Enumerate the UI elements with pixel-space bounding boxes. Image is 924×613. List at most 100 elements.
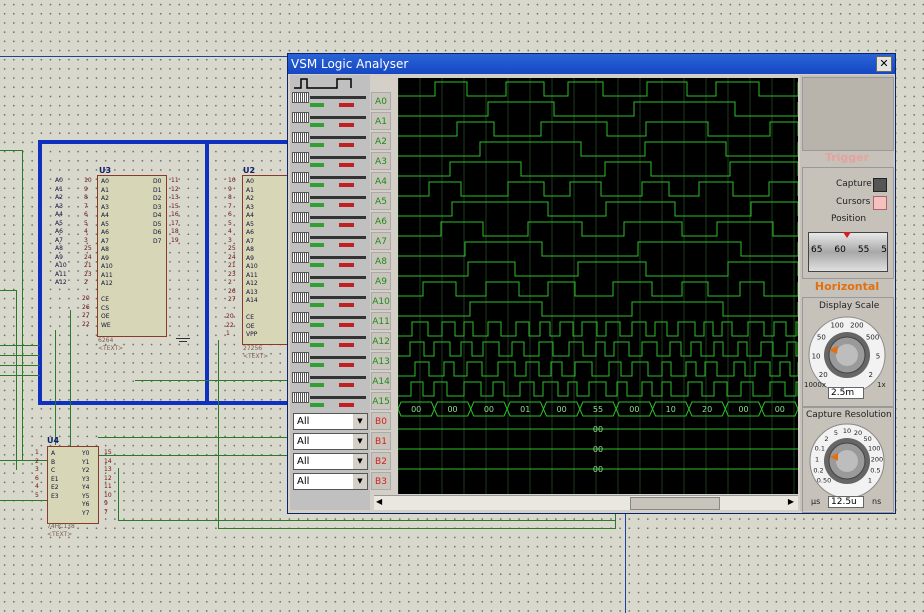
pin-number: 22 xyxy=(82,320,90,328)
pin-number: 21 xyxy=(84,262,92,269)
scroll-left-arrow[interactable]: ◀ xyxy=(376,497,382,506)
slider-green xyxy=(310,103,324,107)
slider-red xyxy=(339,363,354,367)
channel-toggle[interactable] xyxy=(292,292,309,303)
channel-label-a1: A1 xyxy=(371,112,391,130)
channel-slider[interactable] xyxy=(292,292,368,310)
channel-slider[interactable] xyxy=(292,332,368,350)
bus-select[interactable]: All ▼ xyxy=(293,453,368,470)
scroll-thumb[interactable] xyxy=(630,497,720,510)
waveform-trace xyxy=(398,301,798,317)
channel-toggle[interactable] xyxy=(292,392,309,403)
u4-chip[interactable]: A B C E1 E2 E3 Y0 Y1 Y2 Y3 Y4 Y5 Y6 Y7 xyxy=(47,446,99,524)
bus-value: 00 xyxy=(557,405,567,414)
u2-chip[interactable]: A0 A1 A2 A3 A4 A5 A6 A7 A8 A9 A10 A11 A12 A13 A14 CE OE… xyxy=(242,175,292,345)
slider-red xyxy=(339,243,354,247)
channel-toggle[interactable] xyxy=(292,332,309,343)
scroll-right-arrow[interactable]: ▶ xyxy=(788,497,794,506)
slider-green xyxy=(310,183,324,187)
pin-label: A4 xyxy=(246,212,254,219)
bus-select[interactable]: All ▼ xyxy=(293,433,368,450)
bus-select[interactable]: All ▼ xyxy=(293,413,368,430)
channel-slider[interactable] xyxy=(292,132,368,150)
logic-analyser-window[interactable]: VSM Logic Analyser ✕ All ▼ All ▼ All ▼ All ▼ 00… xyxy=(287,53,896,514)
pin-number: 24 xyxy=(228,253,236,261)
waveform-trace xyxy=(398,221,798,237)
pin-number: 5 xyxy=(35,491,39,499)
wire xyxy=(0,500,48,501)
channel-slider[interactable] xyxy=(292,312,368,330)
knob-tick: 200 xyxy=(871,455,883,463)
channel-slider[interactable] xyxy=(292,112,368,130)
cursors-button[interactable] xyxy=(873,196,887,210)
channel-slider[interactable] xyxy=(292,352,368,370)
channel-slider[interactable] xyxy=(292,272,368,290)
channel-toggle[interactable] xyxy=(292,132,309,143)
waveform-trace xyxy=(398,341,798,357)
pin-label: D6 xyxy=(153,229,162,236)
slider-red xyxy=(339,283,354,287)
capture-resolution-value[interactable]: 12.5u xyxy=(828,496,864,508)
net-label: A8 xyxy=(55,245,63,252)
bus-value: 00 xyxy=(593,465,603,474)
channel-toggle[interactable] xyxy=(292,172,309,183)
bus-select[interactable]: All ▼ xyxy=(293,473,368,490)
channel-toggle[interactable] xyxy=(292,112,309,123)
pin-number: 24 xyxy=(84,253,92,261)
channel-slider[interactable] xyxy=(292,232,368,250)
channel-toggle[interactable] xyxy=(292,272,309,283)
close-button[interactable]: ✕ xyxy=(876,56,892,72)
channel-slider[interactable] xyxy=(292,252,368,270)
channel-slider[interactable] xyxy=(292,392,368,410)
channel-label-a6: A6 xyxy=(371,212,391,230)
pin-number: 4 xyxy=(228,228,232,235)
u3-chip[interactable]: A0 A1 A2 A3 A4 A5 A6 A7 A8 A9 A10 A11 A12 CE CS OE WE D… xyxy=(97,175,167,337)
capture-resolution-knob[interactable]: 0.50 0.2 1 0.125 10 2050100 200 0.5 1 xyxy=(802,421,892,503)
pin-number: 23 xyxy=(228,270,236,278)
waveform-display[interactable]: 00 00 00 01 00 55 00 10 20 00 00 00 00 00 xyxy=(398,78,798,494)
pin-label: D3 xyxy=(153,203,162,211)
title-bar[interactable]: VSM Logic Analyser ✕ xyxy=(288,54,895,74)
pin-number: 18 xyxy=(171,228,179,235)
channel-toggle[interactable] xyxy=(292,312,309,323)
pin-number: 20 xyxy=(226,313,234,320)
pin-number: 21 xyxy=(228,262,236,269)
knob-tick: 10 xyxy=(812,353,821,361)
slider-green xyxy=(310,263,324,267)
display-scale-value[interactable]: 2.5m xyxy=(828,387,864,399)
capture-button[interactable] xyxy=(873,178,887,192)
channel-toggle[interactable] xyxy=(292,192,309,203)
horizontal-title: Horizontal xyxy=(814,280,880,293)
channel-toggle[interactable] xyxy=(292,212,309,223)
slider-green xyxy=(310,403,324,407)
channel-toggle[interactable] xyxy=(292,152,309,163)
channel-slider[interactable] xyxy=(292,92,368,110)
channel-slider[interactable] xyxy=(292,172,368,190)
pin-number: 26 xyxy=(228,287,236,295)
capture-resolution-unit-left: µs xyxy=(811,497,821,506)
channel-toggle[interactable] xyxy=(292,372,309,383)
pin-number: 3 xyxy=(228,236,232,244)
waveform-trace xyxy=(398,81,798,97)
knob-tick: 5 xyxy=(876,353,880,361)
channel-controls: All ▼ All ▼ All ▼ All ▼ xyxy=(290,75,370,510)
pin-number: 4 xyxy=(35,483,39,490)
horizontal-scrollbar[interactable]: ◀ ▶ xyxy=(374,495,798,510)
channel-slider[interactable] xyxy=(292,212,368,230)
channel-slider[interactable] xyxy=(292,192,368,210)
channel-toggle[interactable] xyxy=(292,352,309,363)
position-tick: 65 xyxy=(811,245,823,255)
channel-slider[interactable] xyxy=(292,152,368,170)
u3-ctrl-nums: 20 26 27 22 xyxy=(82,295,90,329)
pin-label: CE xyxy=(101,296,109,303)
waveform-trace xyxy=(398,321,798,337)
u3-left-nums: 10 9 8 7 6 5 4 3 25 24 21 23 2 xyxy=(84,177,92,288)
channel-toggle[interactable] xyxy=(292,252,309,263)
pin-number: 20 xyxy=(82,295,90,302)
position-dial[interactable]: 65 60 55 5 xyxy=(808,232,888,272)
channel-slider[interactable] xyxy=(292,372,368,390)
channel-toggle[interactable] xyxy=(292,92,309,103)
u3-text: <TEXT> xyxy=(98,345,124,352)
pin-label: A8 xyxy=(246,246,254,253)
channel-toggle[interactable] xyxy=(292,232,309,243)
